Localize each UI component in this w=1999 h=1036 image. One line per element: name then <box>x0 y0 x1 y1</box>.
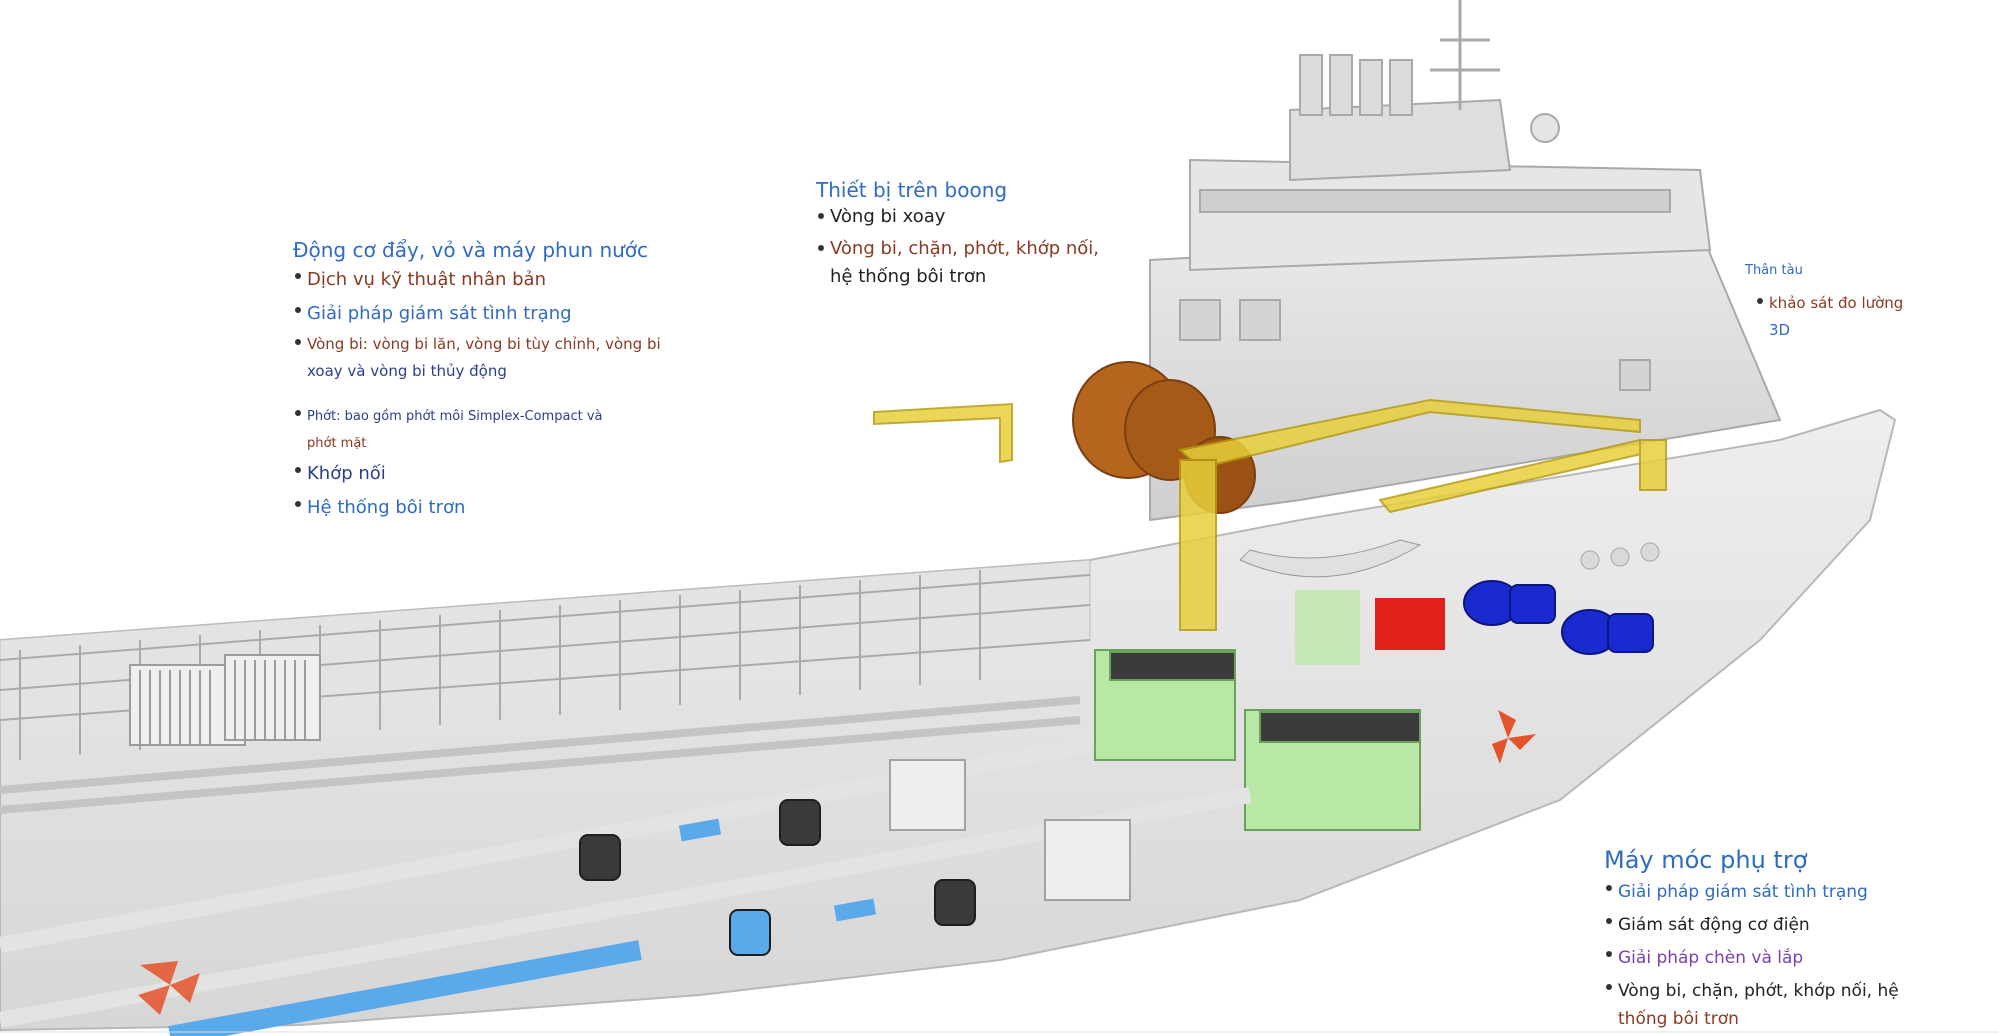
propulsion-item: Khớp nối <box>293 457 661 491</box>
propulsion-item-line: Phớt: bao gồm phớt môi Simplex-Compact v… <box>307 409 603 424</box>
engine-room-box <box>1295 590 1360 665</box>
propulsion-title: Động cơ đẩy, vỏ và máy phun nước <box>293 238 649 262</box>
hull-title: Thân tàu <box>1745 263 1803 278</box>
deck-title: Thiết bị trên boong <box>816 178 1008 202</box>
propulsion-item: Hệ thống bôi trơn <box>293 491 661 525</box>
deck-item: Vòng bi, chặn, phớt, khớp nối, hệ thống … <box>816 235 1099 291</box>
propulsion-item: Giải pháp giám sát tình trạng <box>293 297 661 331</box>
deck-item-line: Vòng bi, chặn, phớt, khớp nối, <box>830 238 1100 259</box>
aux-title: Máy móc phụ trợ <box>1604 846 1808 874</box>
deck-item: Vòng bi xoay <box>816 203 1099 231</box>
hull-item-line: khảo sát đo lường <box>1769 294 1904 312</box>
propulsion-item-line: phớt mặt <box>307 436 367 451</box>
propulsion-item: Vòng bi: vòng bi lăn, vòng bi tùy chỉnh,… <box>293 331 661 385</box>
hull-item: khảo sát đo lường 3D <box>1755 290 1903 344</box>
propulsion-item: Dịch vụ kỹ thuật nhân bản <box>293 263 661 297</box>
propulsion-item-line: xoay và vòng bi thủy động <box>307 362 507 380</box>
propulsion-callout: Động cơ đẩy, vỏ và máy phun nước Dịch vụ… <box>293 237 661 525</box>
aux-item-line: thống bôi trơn <box>1618 1009 1739 1029</box>
aux-item: Giám sát động cơ điện <box>1604 909 1899 942</box>
deck-item-line: hệ thống bôi trơn <box>830 266 987 287</box>
cargo-cage <box>129 654 321 746</box>
aux-item-line: Vòng bi, chặn, phớt, khớp nối, hệ <box>1618 981 1899 1001</box>
aux-item: Giải pháp chèn và lắp <box>1604 942 1899 975</box>
propulsion-item-line: Vòng bi: vòng bi lăn, vòng bi tùy chỉnh,… <box>307 335 661 353</box>
aux-item: Vòng bi, chặn, phớt, khớp nối, hệ thống … <box>1604 975 1899 1030</box>
auxiliary-machinery-callout: Máy móc phụ trợ Giải pháp giám sát tình … <box>1604 844 1899 1030</box>
hull-item-line: 3D <box>1769 321 1791 339</box>
propulsion-item: Phớt: bao gồm phớt môi Simplex-Compact v… <box>293 403 661 457</box>
deck-equipment-callout: Thiết bị trên boong Vòng bi xoay Vòng bi… <box>816 177 1099 291</box>
hull-callout: Thân tàu khảo sát đo lường 3D <box>1745 262 1903 344</box>
red-equipment-box <box>1375 598 1445 650</box>
aux-item: Giải pháp giám sát tình trạng <box>1604 876 1899 909</box>
